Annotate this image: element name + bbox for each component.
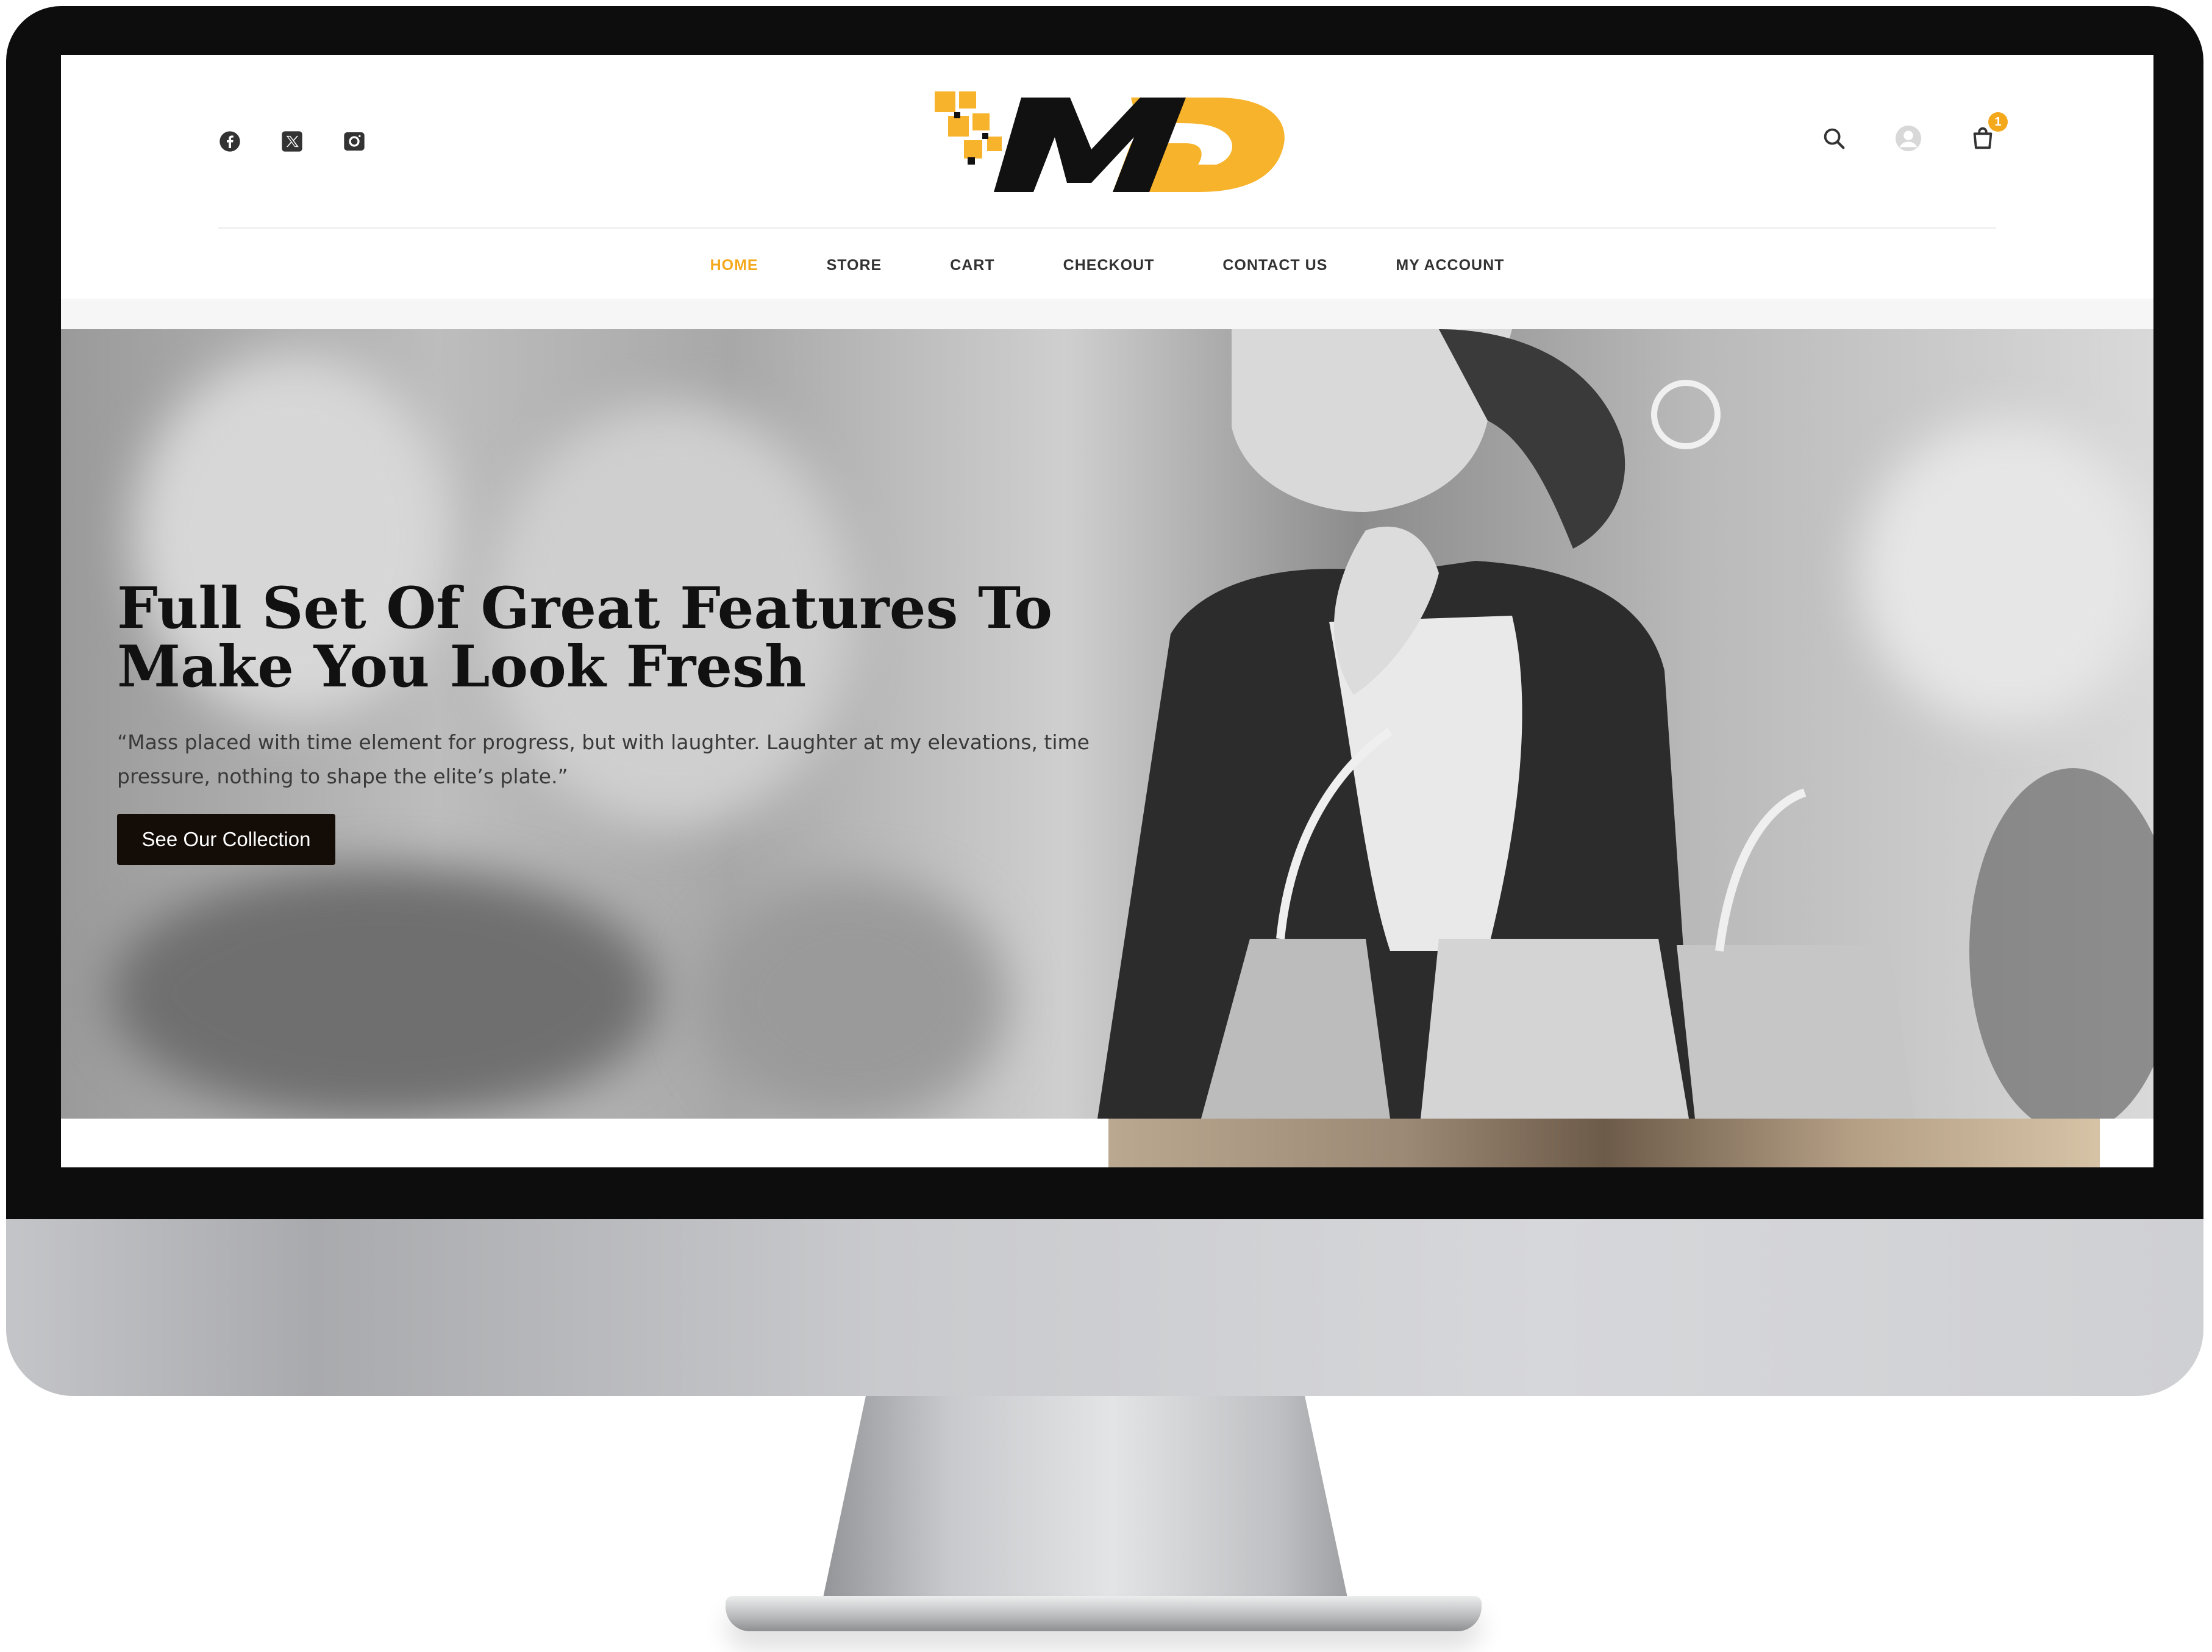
monitor-chin: [6, 1219, 2203, 1396]
nav-item-contact-us[interactable]: CONTACT US: [1188, 257, 1361, 274]
shopping-bag-icon[interactable]: 1: [1968, 112, 2008, 154]
cart-count-badge: 1: [1988, 112, 2008, 132]
instagram-icon[interactable]: [341, 128, 368, 155]
nav-item-checkout[interactable]: CHECKOUT: [1029, 257, 1189, 274]
user-avatar-icon[interactable]: [1893, 123, 1924, 154]
next-section-image-preview: [1108, 1119, 2100, 1167]
background-blur: [701, 878, 1006, 1119]
monitor-stand: [822, 1396, 1349, 1603]
facebook-icon[interactable]: [216, 128, 243, 155]
see-our-collection-button[interactable]: See Our Collection: [117, 814, 335, 865]
x-twitter-icon[interactable]: [279, 128, 305, 155]
nav-item-cart[interactable]: CART: [916, 257, 1029, 274]
header-divider: [218, 227, 1996, 229]
header-utility-icons: 1: [1819, 112, 2008, 154]
social-links: [216, 128, 368, 155]
hero-banner: Full Set Of Great Features To Make You L…: [61, 329, 2153, 1119]
nav-item-store[interactable]: STORE: [793, 257, 916, 274]
nav-item-my-account[interactable]: MY ACCOUNT: [1361, 257, 1538, 274]
md-logo[interactable]: [930, 85, 1296, 198]
background-blur: [110, 866, 658, 1119]
monitor-stand-base: [726, 1596, 1482, 1631]
site-header: 1 HOME STORE CART CHECKOUT CONTACT US MY…: [61, 55, 2153, 299]
next-section-left: [61, 1119, 1108, 1167]
hero-model-image: [1097, 329, 2153, 1119]
website-screen: 1 HOME STORE CART CHECKOUT CONTACT US MY…: [61, 55, 2153, 1167]
main-navigation: HOME STORE CART CHECKOUT CONTACT US MY A…: [61, 232, 2153, 299]
search-icon[interactable]: [1819, 123, 1849, 154]
hero-quote: “Mass placed with time element for progr…: [117, 730, 1090, 788]
hero-title: Full Set Of Great Features To Make You L…: [117, 575, 1053, 700]
nav-item-home[interactable]: HOME: [676, 257, 793, 274]
header-sub-strip: [61, 299, 2153, 329]
